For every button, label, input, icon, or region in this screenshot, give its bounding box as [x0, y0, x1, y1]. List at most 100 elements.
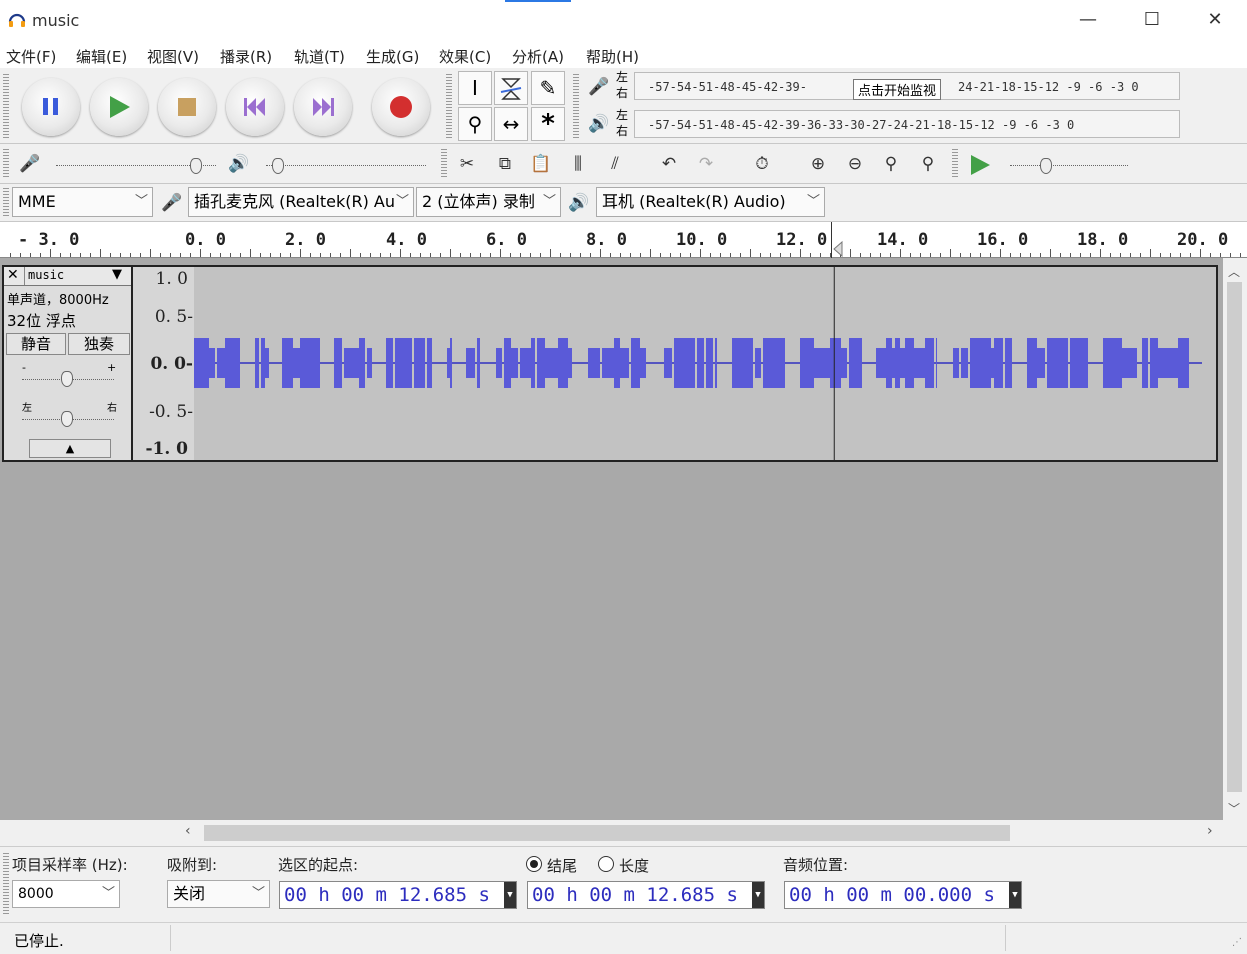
timeline-ruler[interactable]: - 3. 0 0. 0 2. 0 4. 0 6. 0 8. 0 10. 0 12… — [0, 222, 1247, 258]
waveform-block — [892, 348, 895, 378]
vertical-scroll-thumb[interactable] — [1227, 282, 1242, 792]
toolbar-grip[interactable] — [3, 149, 9, 179]
track-name[interactable]: music — [28, 268, 64, 282]
mute-button[interactable]: 静音 — [6, 333, 66, 355]
scroll-right-icon[interactable]: › — [1207, 823, 1213, 839]
speaker-volume-icon: 🔊 — [228, 154, 250, 174]
track-vertical-scale[interactable]: 1. 0 0. 5- 0. 0- -0. 5- -1. 0 — [133, 265, 194, 462]
menu-transport[interactable]: 播录(R) — [220, 46, 272, 67]
horizontal-scroll-thumb[interactable] — [204, 825, 1010, 841]
waveform-block — [1103, 338, 1112, 388]
toolbar-grip[interactable] — [573, 74, 579, 138]
solo-button[interactable]: 独奏 — [68, 333, 130, 355]
record-volume-thumb[interactable] — [190, 158, 202, 174]
menu-effect[interactable]: 效果(C) — [439, 46, 491, 67]
length-radio[interactable] — [598, 856, 614, 872]
multi-tool-button[interactable]: * — [531, 107, 565, 141]
gain-thumb[interactable] — [61, 371, 73, 387]
play-at-speed-icon[interactable] — [966, 153, 994, 177]
toolbar-grip[interactable] — [3, 853, 9, 915]
playback-volume-thumb[interactable] — [272, 158, 284, 174]
toolbar-grip[interactable] — [3, 188, 9, 218]
playhead-marker-icon[interactable] — [832, 240, 844, 258]
draw-tool-button[interactable]: ✎ — [531, 71, 565, 105]
menu-view[interactable]: 视图(V) — [147, 46, 199, 67]
resize-grip-icon[interactable]: ⋰ — [1232, 937, 1242, 948]
ruler-label: - 3. 0 — [18, 230, 80, 250]
menu-edit[interactable]: 编辑(E) — [76, 46, 127, 67]
track-menu-chevron-icon[interactable]: ▼ — [112, 267, 122, 282]
redo-icon[interactable]: ↷ — [691, 150, 721, 178]
horizontal-scrollbar[interactable]: ‹ › — [180, 822, 1227, 844]
skip-start-button[interactable] — [226, 78, 284, 136]
selection-end-time[interactable]: 00 h 00 m 12.685 s ▼ — [527, 881, 765, 909]
toolbar-grip[interactable] — [441, 149, 447, 179]
stop-button[interactable] — [158, 78, 216, 136]
waveform-view[interactable] — [194, 265, 1218, 462]
trim-icon[interactable]: ⫼ — [563, 150, 593, 178]
ruler-tick — [1130, 253, 1131, 257]
end-radio[interactable] — [526, 856, 542, 872]
record-meter-mic-icon[interactable]: 🎤 — [584, 73, 614, 101]
close-button[interactable]: ✕ — [1183, 0, 1247, 42]
play-speed-thumb[interactable] — [1040, 158, 1052, 174]
menu-help[interactable]: 帮助(H) — [586, 46, 639, 67]
time-format-dropdown-icon[interactable]: ▼ — [1009, 882, 1021, 908]
maximize-button[interactable]: ☐ — [1120, 0, 1184, 42]
audio-position-time[interactable]: 00 h 00 m 00.000 s ▼ — [784, 881, 1022, 909]
minimize-button[interactable]: — — [1056, 0, 1120, 42]
selection-tool-button[interactable]: I — [458, 71, 492, 105]
sync-lock-icon[interactable]: ⏱ — [747, 150, 777, 178]
silence-icon[interactable]: ⫽ — [600, 150, 630, 178]
collapse-track-button[interactable]: ▲ — [29, 439, 111, 458]
paste-icon[interactable]: 📋 — [526, 150, 556, 178]
toolbar-grip[interactable] — [3, 74, 9, 138]
audio-host-select[interactable]: MME ﹀ — [12, 187, 153, 217]
menu-tracks[interactable]: 轨道(T) — [294, 46, 345, 67]
project-rate-select[interactable]: 8000 ﹀ — [12, 880, 120, 908]
cut-icon[interactable]: ✂ — [452, 150, 482, 178]
zoom-out-icon[interactable]: ⊖ — [840, 150, 870, 178]
channels-select[interactable]: 2 (立体声) 录制 ﹀ — [416, 187, 561, 217]
menu-analyze[interactable]: 分析(A) — [512, 46, 564, 67]
zoom-tool-button[interactable]: ⚲ — [458, 107, 492, 141]
scroll-left-icon[interactable]: ‹ — [185, 823, 191, 839]
playback-meter-speaker-icon[interactable]: 🔊 — [584, 110, 614, 138]
track-title-bar[interactable]: ✕ music ▼ — [4, 267, 131, 286]
waveform-block — [1132, 348, 1137, 378]
menu-generate[interactable]: 生成(G) — [366, 46, 419, 67]
monitor-hint[interactable]: 点击开始监视 — [853, 79, 942, 100]
scroll-down-icon[interactable]: ﹀ — [1228, 800, 1240, 817]
play-speed-slider[interactable] — [1010, 165, 1128, 166]
play-button[interactable] — [90, 78, 148, 136]
waveform-block — [697, 338, 704, 388]
toolbar-grip[interactable] — [952, 149, 958, 179]
time-format-dropdown-icon[interactable]: ▼ — [504, 882, 516, 908]
selection-start-time[interactable]: 00 h 00 m 12.685 s ▼ — [279, 881, 517, 909]
undo-icon[interactable]: ↶ — [654, 150, 684, 178]
pause-button[interactable] — [22, 78, 80, 136]
output-device-select[interactable]: 耳机 (Realtek(R) Audio) ﹀ — [596, 187, 825, 217]
ruler-tick — [50, 249, 51, 257]
ruler-tick — [930, 253, 931, 257]
menu-file[interactable]: 文件(F) — [6, 46, 56, 67]
fit-project-icon[interactable]: ⚲ — [913, 150, 943, 178]
time-format-dropdown-icon[interactable]: ▼ — [752, 882, 764, 908]
copy-icon[interactable]: ⧉ — [490, 150, 520, 178]
vertical-scrollbar[interactable]: ︿ ﹀ — [1223, 258, 1247, 820]
toolbar-grip[interactable] — [446, 74, 452, 138]
snap-to-select[interactable]: 关闭 ﹀ — [167, 880, 270, 908]
track-close-icon[interactable]: ✕ — [7, 267, 19, 283]
waveform-block — [427, 338, 432, 388]
scroll-up-icon[interactable]: ︿ — [1228, 263, 1240, 280]
zoom-in-icon[interactable]: ⊕ — [803, 150, 833, 178]
record-button[interactable] — [372, 78, 430, 136]
envelope-tool-button[interactable] — [494, 71, 528, 105]
input-device-select[interactable]: 插孔麦克风 (Realtek(R) Au ﹀ — [188, 187, 414, 217]
playback-volume-slider[interactable] — [266, 165, 426, 166]
timeshift-tool-button[interactable]: ↔ — [494, 107, 528, 141]
fit-selection-icon[interactable]: ⚲ — [876, 150, 906, 178]
skip-end-button[interactable] — [294, 78, 352, 136]
ruler-tick — [300, 249, 301, 257]
pan-thumb[interactable] — [61, 411, 73, 427]
